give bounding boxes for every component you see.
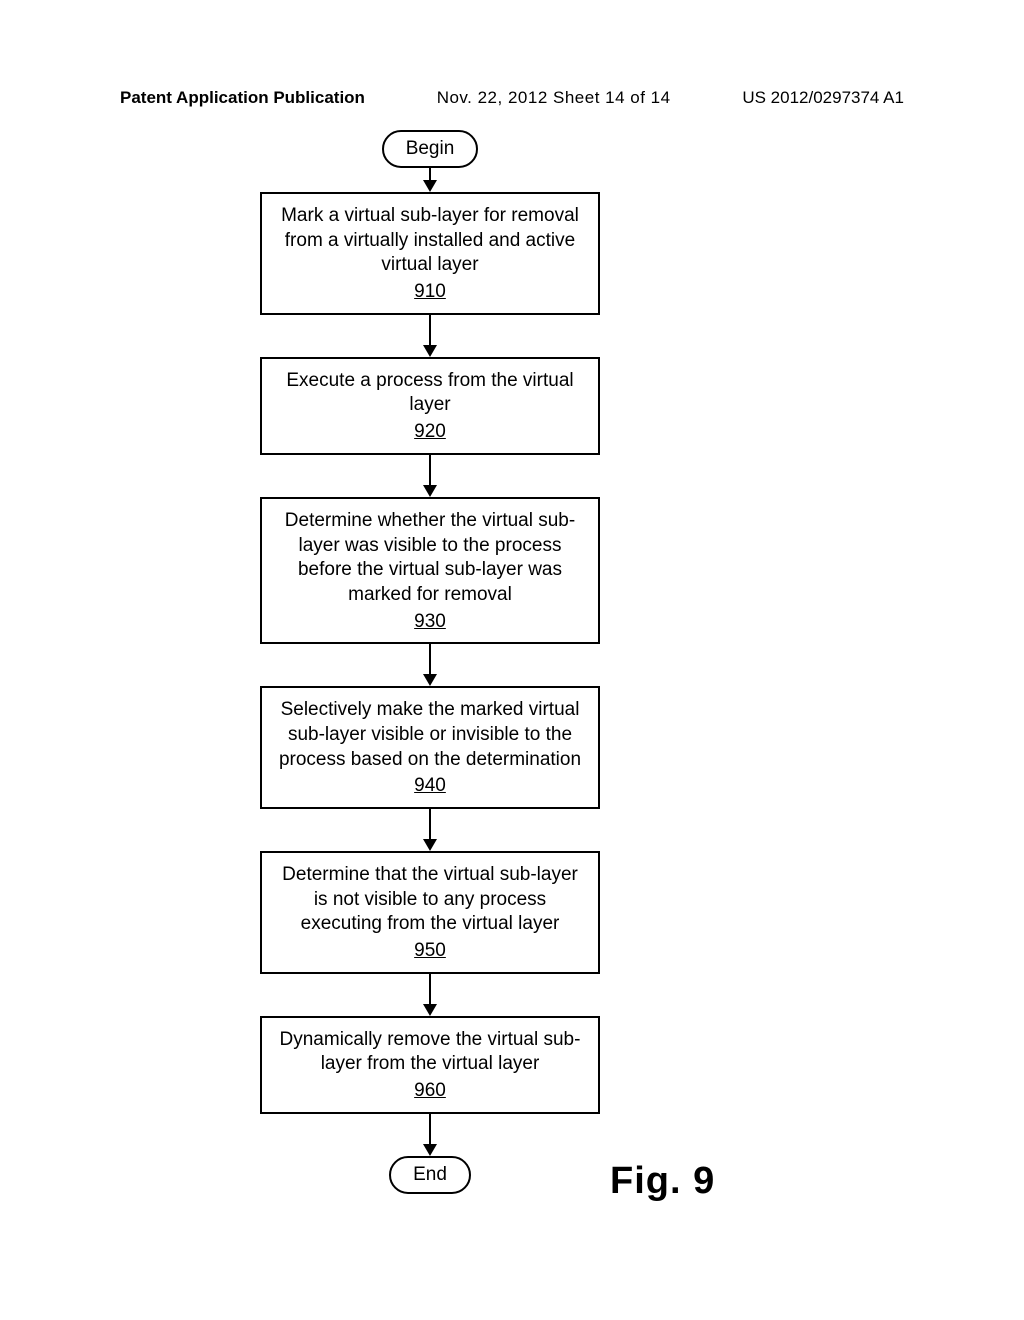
- figure-label: Fig. 9: [610, 1160, 715, 1203]
- step-910: Mark a virtual sub-layer for removal fro…: [260, 192, 600, 315]
- terminator-begin-label: Begin: [406, 138, 455, 159]
- step-920: Execute a process from the virtual layer…: [260, 357, 600, 455]
- arrow-icon: [423, 168, 437, 192]
- terminator-end: End: [389, 1156, 471, 1194]
- step-ref: 960: [414, 1079, 446, 1104]
- step-930: Determine whether the virtual sub-layer …: [260, 497, 600, 644]
- arrow-icon: [423, 315, 437, 357]
- step-950: Determine that the virtual sub-layer is …: [260, 851, 600, 974]
- terminator-end-label: End: [413, 1164, 447, 1185]
- arrow-icon: [423, 809, 437, 851]
- step-ref: 910: [414, 280, 446, 305]
- flowchart: Begin Mark a virtual sub-layer for remov…: [260, 130, 600, 1194]
- step-ref: 950: [414, 939, 446, 964]
- header-publication-type: Patent Application Publication: [120, 88, 365, 108]
- step-ref: 940: [414, 774, 446, 799]
- arrow-icon: [423, 1114, 437, 1156]
- arrow-icon: [423, 644, 437, 686]
- step-text: Mark a virtual sub-layer for removal fro…: [281, 205, 579, 275]
- step-960: Dynamically remove the virtual sub-layer…: [260, 1016, 600, 1114]
- header-date-sheet: Nov. 22, 2012 Sheet 14 of 14: [437, 88, 671, 108]
- step-text: Determine whether the virtual sub-layer …: [285, 510, 575, 605]
- step-text: Dynamically remove the virtual sub-layer…: [280, 1029, 581, 1075]
- arrow-icon: [423, 974, 437, 1016]
- header-publication-number: US 2012/0297374 A1: [742, 88, 904, 108]
- step-940: Selectively make the marked virtual sub-…: [260, 686, 600, 809]
- step-ref: 930: [414, 610, 446, 635]
- arrow-icon: [423, 455, 437, 497]
- step-text: Determine that the virtual sub-layer is …: [282, 864, 578, 934]
- terminator-begin: Begin: [382, 130, 479, 168]
- step-ref: 920: [414, 420, 446, 445]
- step-text: Execute a process from the virtual layer: [286, 370, 573, 416]
- page-header: Patent Application Publication Nov. 22, …: [0, 88, 1024, 108]
- step-text: Selectively make the marked virtual sub-…: [279, 699, 581, 769]
